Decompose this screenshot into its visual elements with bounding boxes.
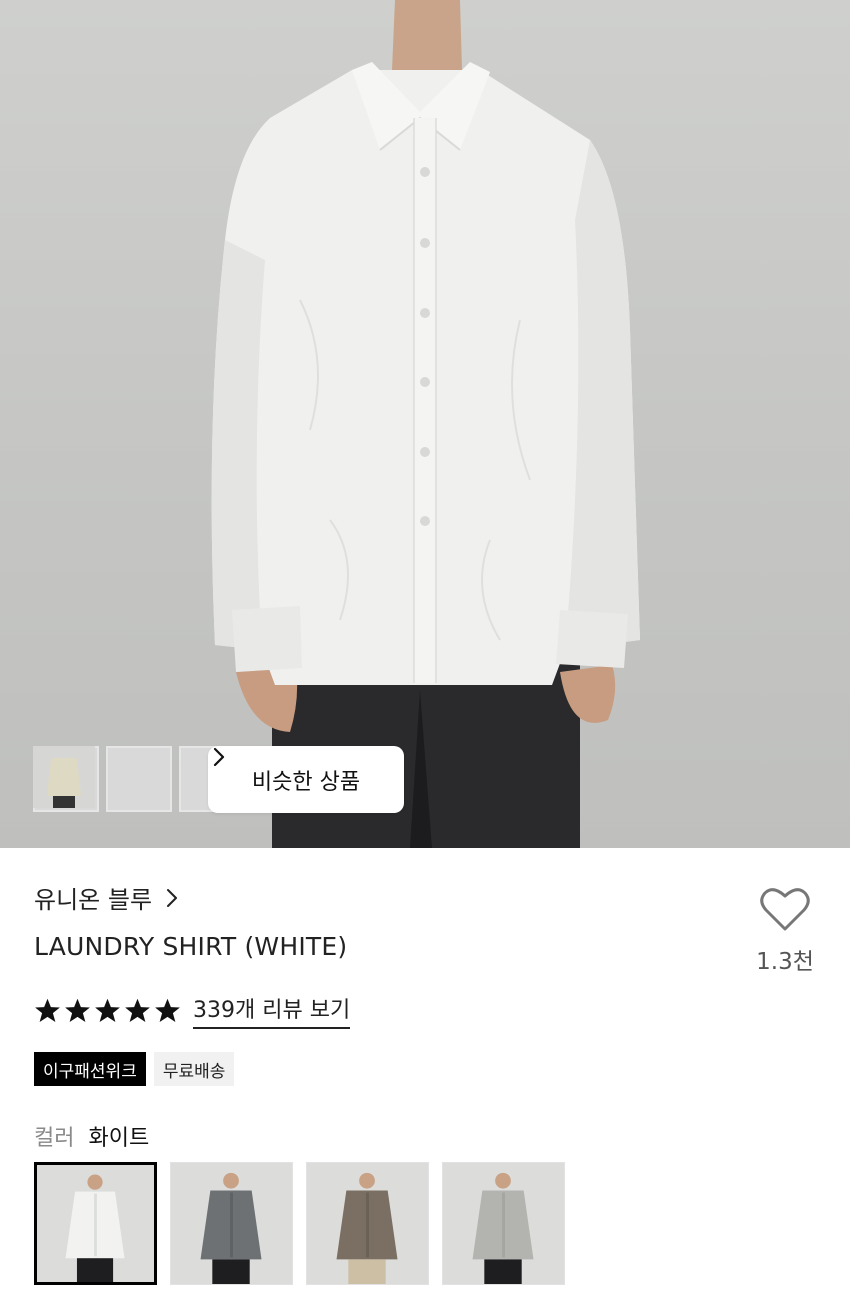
color-swatch-charcoal[interactable] xyxy=(170,1162,293,1285)
star-icon xyxy=(65,998,90,1022)
event-badge: 이구패션위크 xyxy=(34,1052,146,1086)
chevron-right-icon xyxy=(167,888,178,907)
similar-products-button[interactable]: 비슷한 상품 xyxy=(208,746,404,813)
product-title: LAUNDRY SHIRT (WHITE) xyxy=(34,932,348,961)
star-icon xyxy=(155,998,180,1022)
color-swatch-brown[interactable] xyxy=(306,1162,429,1285)
color-selection: 컬러 화이트 xyxy=(34,1120,149,1152)
brand-link[interactable]: 유니온 블루 xyxy=(34,880,182,915)
color-value: 화이트 xyxy=(88,1126,150,1151)
brand-name: 유니온 블루 xyxy=(34,886,153,914)
chevron-right-icon xyxy=(213,747,225,767)
color-swatch-light-grey[interactable] xyxy=(442,1162,565,1285)
product-image[interactable]: 비슷한 상품 xyxy=(0,0,850,848)
color-swatch-list xyxy=(34,1162,565,1285)
similar-products-label: 비슷한 상품 xyxy=(251,769,361,795)
star-rating xyxy=(34,997,181,1024)
thumbnail-grey[interactable] xyxy=(33,746,172,812)
color-label: 컬러 xyxy=(34,1126,75,1151)
star-icon xyxy=(95,998,120,1022)
star-icon xyxy=(35,998,60,1022)
like-count: 1.3천 xyxy=(756,949,814,975)
review-link[interactable]: 339개 리뷰 보기 xyxy=(193,992,351,1029)
model-photo xyxy=(211,0,640,848)
color-swatch-white[interactable] xyxy=(34,1162,157,1285)
badge-row: 이구패션위크 무료배송 xyxy=(34,1052,235,1086)
rating-row: 339개 리뷰 보기 xyxy=(34,992,351,1029)
shipping-badge: 무료배송 xyxy=(153,1052,235,1086)
star-icon xyxy=(125,998,150,1022)
heart-icon xyxy=(760,888,810,931)
like-button[interactable]: 1.3천 xyxy=(750,884,820,976)
